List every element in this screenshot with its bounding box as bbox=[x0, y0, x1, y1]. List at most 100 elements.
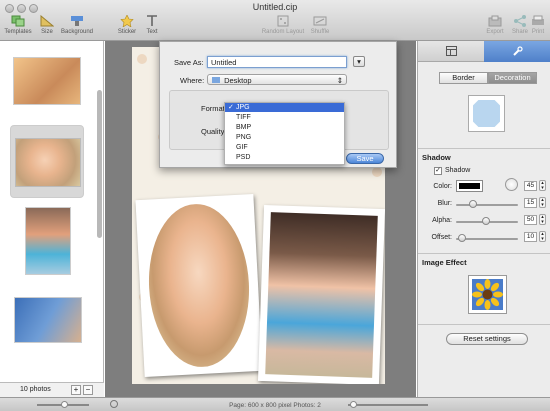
offset-value[interactable]: 10 bbox=[524, 232, 537, 242]
size-label: Size bbox=[41, 29, 53, 35]
print-label: Print bbox=[531, 29, 545, 35]
tab-layout[interactable] bbox=[418, 41, 484, 62]
photo-thumbnail[interactable] bbox=[14, 297, 82, 343]
random-layout-label: Random Layout bbox=[261, 29, 305, 35]
divider bbox=[418, 253, 550, 254]
templates-label: Templates bbox=[4, 29, 32, 35]
save-as-label: Save As: bbox=[174, 58, 204, 67]
star-icon bbox=[120, 15, 134, 27]
frame-preview[interactable] bbox=[468, 95, 505, 132]
tab-decoration-tools[interactable] bbox=[484, 41, 550, 62]
status-bar: Page: 600 x 800 pixel Photos: 2 bbox=[0, 397, 550, 411]
share-icon bbox=[514, 15, 526, 27]
shadow-color-well[interactable] bbox=[456, 180, 483, 192]
format-option-label: JPG bbox=[236, 104, 250, 111]
photo-thumbnail-image bbox=[15, 138, 81, 187]
tab-decoration[interactable]: Decoration bbox=[488, 72, 537, 84]
format-dropdown-menu[interactable]: ✓ JPG TIFF BMP PNG GIF PSD bbox=[224, 102, 345, 165]
blur-stepper[interactable]: ▴ ▾ bbox=[539, 197, 546, 208]
text-button[interactable]: Text bbox=[136, 15, 168, 35]
format-option-psd[interactable]: PSD bbox=[225, 153, 344, 162]
sidebar-footer: 10 photos + − bbox=[0, 382, 104, 397]
shadow-checkbox-label: Shadow bbox=[445, 167, 471, 174]
blur-value[interactable]: 15 bbox=[524, 198, 537, 208]
sticker-label: Sticker bbox=[117, 29, 137, 35]
window-toolbar: Untitled.cip Templates Size Background S… bbox=[0, 0, 550, 41]
chevron-updown-icon: ⇕ bbox=[336, 76, 343, 85]
text-icon bbox=[147, 15, 157, 26]
export-icon bbox=[488, 15, 502, 27]
remove-photo-button[interactable]: − bbox=[83, 385, 93, 395]
where-label: Where: bbox=[180, 76, 205, 85]
photo-sidebar: 10 photos + − bbox=[0, 41, 104, 397]
blur-slider-knob[interactable] bbox=[469, 200, 478, 208]
photo-thumbnail[interactable] bbox=[25, 207, 71, 275]
shuffle-icon bbox=[313, 16, 327, 26]
printer-icon bbox=[532, 15, 544, 25]
format-option-png[interactable]: PNG bbox=[225, 133, 344, 142]
sidebar-scrollbar[interactable] bbox=[97, 90, 102, 238]
offset-stepper[interactable]: ▴ ▾ bbox=[539, 231, 546, 242]
blur-slider-track[interactable] bbox=[456, 204, 518, 206]
random-layout-button[interactable]: Random Layout bbox=[260, 15, 306, 35]
photo-thumbnail[interactable] bbox=[13, 57, 81, 105]
divider bbox=[418, 148, 550, 149]
shuffle-label: Shuffle bbox=[310, 29, 330, 35]
blur-label: Blur: bbox=[437, 200, 452, 207]
format-option-bmp[interactable]: BMP bbox=[225, 123, 344, 132]
photo-thumbnail-selected[interactable] bbox=[10, 125, 84, 198]
background-icon bbox=[71, 16, 83, 26]
where-select[interactable]: Desktop ⇕ bbox=[207, 74, 347, 85]
alpha-value[interactable]: 50 bbox=[524, 215, 537, 225]
offset-slider-knob[interactable] bbox=[458, 234, 467, 242]
where-value: Desktop bbox=[224, 76, 252, 85]
inspector-tabs bbox=[418, 41, 550, 62]
photo-baby bbox=[143, 201, 255, 369]
filename-input[interactable]: Untitled bbox=[207, 56, 347, 68]
angle-stepper[interactable]: ▴ ▾ bbox=[539, 180, 546, 191]
image-effect-preview[interactable] bbox=[468, 275, 507, 314]
alpha-slider-knob[interactable] bbox=[481, 217, 490, 225]
photo-frame-left[interactable] bbox=[135, 194, 263, 377]
templates-button[interactable]: Templates bbox=[2, 15, 34, 35]
photo-count: 10 photos bbox=[20, 386, 51, 393]
frame-shape-preview bbox=[473, 100, 500, 127]
size-icon bbox=[40, 15, 54, 27]
text-label: Text bbox=[146, 29, 158, 35]
shadow-checkbox[interactable]: ✓ bbox=[434, 167, 442, 175]
random-layout-icon bbox=[277, 15, 289, 27]
photo-frame-right[interactable] bbox=[257, 204, 385, 384]
print-button[interactable]: Print bbox=[526, 15, 550, 35]
tab-border[interactable]: Border bbox=[439, 72, 488, 84]
wrench-icon bbox=[513, 46, 523, 56]
expand-dialog-button[interactable]: ▾ bbox=[353, 56, 365, 67]
alpha-stepper[interactable]: ▴ ▾ bbox=[539, 214, 546, 225]
templates-icon bbox=[11, 15, 25, 27]
inspector-panel: Border Decoration Shadow ✓ Shadow Color:… bbox=[417, 41, 550, 397]
add-photo-button[interactable]: + bbox=[71, 385, 81, 395]
zoom-slider[interactable] bbox=[348, 404, 428, 406]
format-option-tiff[interactable]: TIFF bbox=[225, 113, 344, 122]
shadow-section-title: Shadow bbox=[422, 153, 451, 162]
background-label: Background bbox=[61, 29, 94, 35]
color-label: Color: bbox=[433, 183, 452, 190]
format-option-jpg[interactable]: ✓ JPG bbox=[225, 103, 344, 112]
photo-girl-icecream bbox=[265, 212, 378, 378]
size-button[interactable]: Size bbox=[31, 15, 63, 35]
alpha-label: Alpha: bbox=[432, 217, 452, 224]
angle-value[interactable]: 45 bbox=[524, 181, 537, 191]
window-title: Untitled.cip bbox=[252, 2, 298, 12]
page-info: Page: 600 x 800 pixel Photos: 2 bbox=[229, 402, 321, 409]
reset-settings-button[interactable]: Reset settings bbox=[446, 333, 528, 345]
angle-dial[interactable] bbox=[505, 178, 518, 191]
folder-icon bbox=[212, 77, 220, 83]
export-label: Export bbox=[486, 29, 504, 35]
quality-label: Quality bbox=[201, 127, 225, 136]
layout-icon bbox=[446, 46, 457, 56]
shuffle-button[interactable]: Shuffle bbox=[304, 15, 336, 35]
sunflower-icon bbox=[472, 279, 503, 310]
zoom-slider-knob[interactable] bbox=[350, 401, 357, 408]
background-button[interactable]: Background bbox=[61, 15, 93, 35]
format-option-gif[interactable]: GIF bbox=[225, 143, 344, 152]
save-button[interactable]: Save bbox=[346, 153, 384, 164]
